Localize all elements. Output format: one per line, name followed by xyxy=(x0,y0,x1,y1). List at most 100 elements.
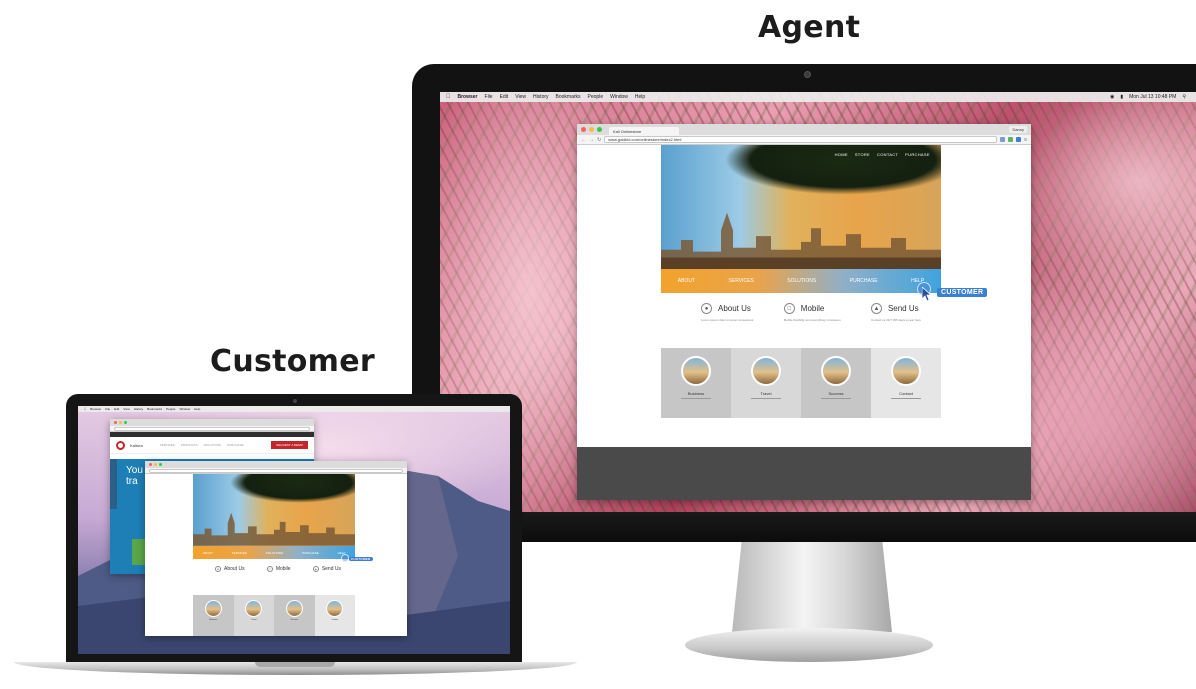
menu-icon[interactable]: ≡ xyxy=(1024,137,1027,143)
feature-send[interactable]: ▲ Send Us Contact us 24/7 365 days a yea… xyxy=(870,303,921,322)
tile-title: Contact xyxy=(899,391,913,396)
tile-success[interactable]: Success xyxy=(274,595,315,636)
menubar-item[interactable]: Browser xyxy=(458,94,478,100)
menubar-item[interactable]: Help xyxy=(635,94,645,100)
menubar-item[interactable]: View xyxy=(515,94,526,100)
camera-icon: ● xyxy=(701,303,712,314)
tile-travel[interactable]: Travel xyxy=(233,595,274,636)
zoom-window-icon[interactable] xyxy=(597,127,602,132)
kaltura-nav-link[interactable]: PURCHASE xyxy=(227,443,244,447)
tile-contact[interactable]: Contact xyxy=(314,595,355,636)
tile-success[interactable]: Success xyxy=(801,348,871,418)
menubar-item[interactable]: Bookmarks xyxy=(556,94,581,100)
close-window-icon[interactable] xyxy=(114,421,117,424)
extension-icon[interactable] xyxy=(1016,137,1022,142)
extension-icon[interactable] xyxy=(1008,137,1014,142)
wifi-icon[interactable]: ◉ xyxy=(1110,94,1114,100)
forward-icon[interactable]: → xyxy=(589,137,594,143)
browser-tab[interactable]: Kall Onlinestore xyxy=(609,127,679,135)
tile-business[interactable]: Business xyxy=(661,348,731,418)
agent-mac-menubar:  Browser File Edit View History Bookmar… xyxy=(440,92,1196,102)
menubar-item[interactable]: Edit xyxy=(114,407,119,411)
menu-item-solutions[interactable]: SOLUTIONS xyxy=(787,278,816,284)
menubar-item[interactable]: Window xyxy=(179,407,190,411)
menu-item-solutions[interactable]: SOLUTIONS xyxy=(266,551,283,555)
menubar-item[interactable]: Browser xyxy=(90,407,101,411)
search-icon[interactable]: ⚲ xyxy=(1182,94,1186,100)
top-nav-link[interactable]: PURCHASE xyxy=(905,152,930,157)
menubar-item[interactable]: File xyxy=(105,407,110,411)
customer-screen:  Browser File Edit View History Bookmar… xyxy=(78,406,510,654)
tile-travel[interactable]: Travel xyxy=(731,348,801,418)
top-nav-link[interactable]: HOME xyxy=(835,152,848,157)
feature-about[interactable]: ● About Us Lorem ipsum dolor sit amet co… xyxy=(701,303,754,322)
menubar-item[interactable]: Edit xyxy=(500,94,509,100)
tile-title: Business xyxy=(209,619,218,621)
kaltura-nav-link[interactable]: PRODUCTS xyxy=(181,443,198,447)
tile-business[interactable]: Business xyxy=(193,595,234,636)
kaltura-nav-link[interactable]: SOLUTIONS xyxy=(204,443,221,447)
extension-icon[interactable] xyxy=(1000,137,1006,142)
feature-mobile[interactable]: □ Mobile Mobile flexibility and everythi… xyxy=(783,303,841,322)
menubar-item[interactable]: Bookmarks xyxy=(147,407,162,411)
battery-icon[interactable]: ▮ xyxy=(1120,94,1123,100)
kaltura-brand[interactable]: Kaltura xyxy=(130,443,143,448)
tile-photo xyxy=(245,600,263,617)
customer-front-browser-window: ABOUT SERVICES SOLUTIONS PURCHASE HELP ●… xyxy=(145,461,407,636)
request-demo-button[interactable]: REQUEST A DEMO xyxy=(271,441,308,449)
site-top-nav: HOME STORE CONTACT PURCHASE xyxy=(835,152,930,157)
minimize-window-icon[interactable] xyxy=(119,421,122,424)
tile-contact[interactable]: Contact xyxy=(871,348,941,418)
phone-icon: □ xyxy=(266,566,273,572)
zoom-window-icon[interactable] xyxy=(159,463,162,466)
menubar-item[interactable]: History xyxy=(134,407,143,411)
apple-icon[interactable]:  xyxy=(446,94,451,100)
url-field[interactable] xyxy=(149,468,403,473)
feature-row: ● About Us □ Mobile ▲ Send Us xyxy=(215,566,341,572)
tile-text xyxy=(681,398,711,399)
feature-send[interactable]: ▲ Send Us xyxy=(312,566,341,572)
url-field[interactable]: www.goldkid.com/onlinestore/index2.html xyxy=(604,136,998,143)
menu-item-purchase[interactable]: PURCHASE xyxy=(850,278,878,284)
menu-item-about[interactable]: ABOUT xyxy=(678,278,695,284)
cursor-arrow-icon xyxy=(922,287,932,301)
tab-strip xyxy=(145,461,407,468)
minimize-window-icon[interactable] xyxy=(589,127,594,132)
back-icon[interactable]: ← xyxy=(581,137,586,143)
kaltura-headline: You tra xyxy=(126,465,143,487)
apple-icon[interactable]:  xyxy=(84,407,86,411)
menubar-item[interactable]: Help xyxy=(194,407,200,411)
menubar-item[interactable]: People xyxy=(166,407,175,411)
feature-about[interactable]: ● About Us xyxy=(215,566,245,572)
tile-title: Success xyxy=(828,391,844,396)
top-nav-link[interactable]: CONTACT xyxy=(877,152,898,157)
customer-cursor-highlight xyxy=(341,554,349,562)
menubar-item[interactable]: View xyxy=(123,407,129,411)
agent-browser-empty-area xyxy=(577,447,1031,500)
menubar-item[interactable]: People xyxy=(588,94,604,100)
menu-item-services[interactable]: SERVICES xyxy=(232,551,247,555)
menubar-item[interactable]: History xyxy=(533,94,549,100)
menubar-item[interactable]: File xyxy=(485,94,493,100)
profile-button[interactable]: Danny xyxy=(1009,126,1027,133)
menu-item-services[interactable]: SERVICES xyxy=(729,278,754,284)
tile-photo xyxy=(681,356,711,386)
kaltura-nav-link[interactable]: SERVICES xyxy=(160,443,175,447)
top-nav-link[interactable]: STORE xyxy=(855,152,870,157)
reload-icon[interactable]: ↻ xyxy=(597,137,601,143)
camera-icon: ● xyxy=(215,566,221,572)
close-window-icon[interactable] xyxy=(149,463,152,466)
tile-title: Contact xyxy=(331,619,339,621)
close-window-icon[interactable] xyxy=(581,127,586,132)
zoom-window-icon[interactable] xyxy=(124,421,127,424)
social-share-bar[interactable] xyxy=(110,459,117,509)
url-field[interactable] xyxy=(114,426,310,431)
menu-item-purchase[interactable]: PURCHASE xyxy=(302,551,319,555)
menubar-item[interactable]: Window xyxy=(610,94,628,100)
menubar-clock[interactable]: Mon Jul 13 10:48 PM xyxy=(1129,94,1176,100)
feature-title: Send Us xyxy=(887,304,919,313)
kaltura-logo-icon[interactable] xyxy=(116,440,125,450)
feature-mobile[interactable]: □ Mobile xyxy=(266,566,291,572)
minimize-window-icon[interactable] xyxy=(154,463,157,466)
menu-item-about[interactable]: ABOUT xyxy=(202,551,212,555)
